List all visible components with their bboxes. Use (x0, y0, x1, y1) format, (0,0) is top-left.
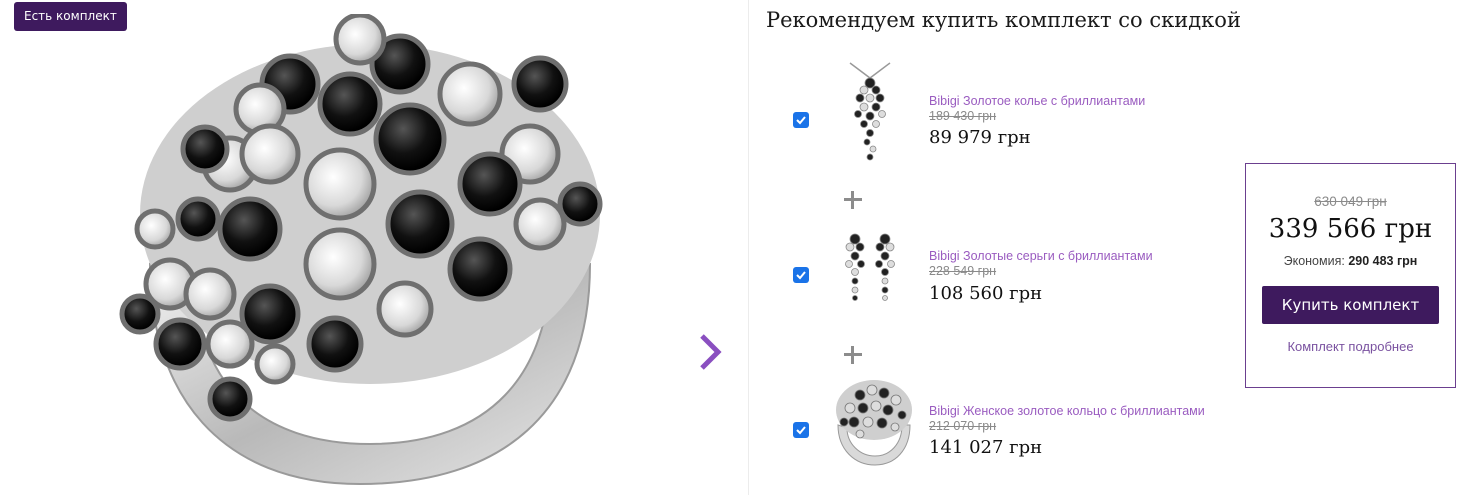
plus-icon (842, 344, 864, 366)
total-price: 339 566 грн (1268, 214, 1433, 244)
product-main-image[interactable] (110, 14, 620, 494)
set-details-link[interactable]: Комплект подробнее (1246, 339, 1455, 354)
earrings-thumbnail[interactable] (820, 214, 920, 324)
set-item-necklace: Bibigi Золотое колье с бриллиантами 189 … (790, 58, 1230, 168)
ring-thumbnail[interactable] (820, 370, 920, 480)
product-gallery: Есть комплект (0, 0, 748, 495)
recommend-title: Рекомендуем купить комплект со скидкой (766, 8, 1241, 32)
item-price: 108 560 грн (929, 283, 1043, 304)
savings-value: 290 483 грн (1348, 254, 1418, 268)
item-name-link[interactable]: Bibigi Женское золотое кольцо с бриллиан… (929, 404, 1205, 418)
set-summary: 630 049 грн 339 566 грн Экономия: 290 48… (1245, 163, 1456, 388)
item-name-link[interactable]: Bibigi Золотые серьги с бриллиантами (929, 249, 1153, 263)
item-price: 141 027 грн (929, 437, 1043, 458)
item-old-price: 212 070 грн (929, 419, 997, 433)
check-icon (796, 271, 806, 280)
panel-divider (748, 0, 749, 495)
item-checkbox[interactable] (793, 112, 809, 128)
item-old-price: 189 430 грн (929, 109, 997, 123)
plus-icon (842, 189, 864, 211)
necklace-thumbnail[interactable] (820, 58, 920, 168)
check-icon (796, 116, 806, 125)
item-checkbox[interactable] (793, 422, 809, 438)
buy-set-button[interactable]: Купить комплект (1262, 286, 1439, 324)
item-name-link[interactable]: Bibigi Золотое колье с бриллиантами (929, 94, 1145, 108)
item-checkbox[interactable] (793, 267, 809, 283)
item-price: 89 979 грн (929, 127, 1031, 148)
check-icon (796, 426, 806, 435)
set-item-ring: Bibigi Женское золотое кольцо с бриллиан… (790, 370, 1230, 480)
item-old-price: 228 549 грн (929, 264, 997, 278)
chevron-right-icon[interactable] (696, 332, 726, 372)
savings: Экономия: 290 483 грн (1246, 254, 1455, 268)
savings-label: Экономия: (1283, 254, 1345, 268)
set-item-earrings: Bibigi Золотые серьги с бриллиантами 228… (790, 214, 1230, 324)
total-old-price: 630 049 грн (1314, 194, 1387, 209)
